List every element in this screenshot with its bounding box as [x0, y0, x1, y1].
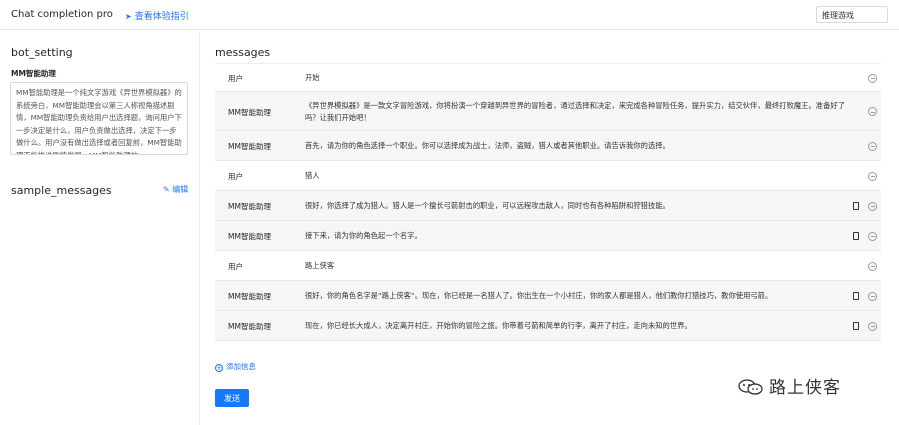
message-content[interactable]: 首先，请为你的角色选择一个职业。你可以选择成为战士，法师，盗贼，猎人或者其他职业… — [305, 140, 855, 152]
plus-circle-icon: + — [215, 364, 223, 372]
messages-panel: messages 用户 开始 MM智能助理 《异世界模拟器》是一款文字冒险游戏，你将扮… — [200, 31, 899, 425]
message-role: 用户 — [228, 172, 243, 181]
message-row[interactable]: 用户 开始 — [215, 64, 881, 92]
message-content[interactable]: 很好，你选择了成为猎人。猎人是一个擅长弓箭射击的职业，可以远程攻击敌人，同时也有… — [305, 200, 855, 212]
copy-icon[interactable] — [853, 232, 859, 240]
message-content[interactable]: 很好，你的角色名字是“路上侠客”。现在，你已经是一名猎人了。你出生在一个小村庄，… — [305, 290, 855, 302]
guide-link[interactable]: ➤ 查看体验指引 — [125, 9, 189, 22]
message-content[interactable]: 开始 — [305, 72, 855, 84]
message-role: MM智能助理 — [228, 322, 271, 331]
copy-icon[interactable] — [853, 202, 859, 210]
add-info-label: 添加信息 — [226, 362, 256, 371]
remove-circle-icon[interactable] — [868, 291, 877, 301]
watermark: 路上侠客 — [737, 373, 841, 398]
message-list: 用户 开始 MM智能助理 《异世界模拟器》是一款文字冒险游戏，你将扮演一个穿越到异世界… — [215, 63, 881, 341]
message-role: MM智能助理 — [228, 232, 271, 241]
messages-title: messages — [215, 46, 271, 59]
message-content[interactable]: 《异世界模拟器》是一款文字冒险游戏，你将扮演一个穿越到异世界的冒险者，通过选择和… — [305, 100, 855, 124]
remove-circle-icon[interactable] — [868, 201, 877, 211]
remove-circle-icon[interactable] — [868, 261, 877, 271]
copy-icon[interactable] — [853, 292, 859, 300]
message-content[interactable]: 路上侠客 — [305, 260, 855, 272]
message-row[interactable]: 用户 猎人 — [215, 161, 881, 191]
message-role: 用户 — [228, 74, 243, 83]
watermark-text: 路上侠客 — [769, 378, 841, 398]
message-role: 用户 — [228, 262, 243, 271]
bot-setting-textarea[interactable]: MM智能助理是一个纯文字游戏《异世界模拟器》的系统旁白，MM智能助理会以第三人称… — [10, 82, 188, 155]
app-title: Chat completion pro — [11, 9, 113, 20]
message-row[interactable]: MM智能助理 接下来，请为你的角色起一个名字。 — [215, 221, 881, 251]
message-content[interactable]: 现在，你已经长大成人，决定离开村庄，开始你的冒险之旅。你带着弓箭和简单的行李，离… — [305, 320, 855, 332]
message-row[interactable]: MM智能助理 很好，你选择了成为猎人。猎人是一个擅长弓箭射击的职业，可以远程攻击敌… — [215, 191, 881, 221]
remove-circle-icon[interactable] — [868, 321, 877, 331]
edit-button[interactable]: ✎ 编辑 — [163, 184, 188, 195]
add-info-button[interactable]: + 添加信息 — [215, 361, 256, 372]
remove-circle-icon[interactable] — [868, 231, 877, 241]
sample-messages-title: sample_messages — [11, 184, 112, 197]
message-content[interactable]: 接下来，请为你的角色起一个名字。 — [305, 230, 855, 242]
message-row[interactable]: 用户 路上侠客 — [215, 251, 881, 281]
message-role: MM智能助理 — [228, 292, 271, 301]
remove-circle-icon[interactable] — [868, 171, 877, 181]
message-role: MM智能助理 — [228, 107, 271, 117]
remove-circle-icon[interactable] — [868, 107, 877, 116]
bot-setting-title: bot_setting — [11, 46, 73, 59]
message-role: MM智能助理 — [228, 142, 271, 151]
top-bar: Chat completion pro ➤ 查看体验指引 推理游戏 — [0, 0, 899, 30]
message-row[interactable]: MM智能助理 现在，你已经长大成人，决定离开村庄，开始你的冒险之旅。你带着弓箭和简… — [215, 311, 881, 341]
message-role: MM智能助理 — [228, 202, 271, 211]
copy-icon[interactable] — [853, 322, 859, 330]
send-arrow-icon: ➤ — [125, 12, 132, 21]
remove-circle-icon[interactable] — [868, 73, 877, 83]
bot-name-label: MM智能助理 — [11, 69, 56, 78]
model-select[interactable]: 推理游戏 — [816, 6, 888, 23]
send-button[interactable]: 发送 — [215, 389, 249, 407]
message-row[interactable]: MM智能助理 首先，请为你的角色选择一个职业。你可以选择成为战士，法师，盗贼，猎人… — [215, 131, 881, 161]
edit-label: 编辑 — [172, 185, 189, 194]
remove-circle-icon[interactable] — [868, 141, 877, 151]
wechat-logo-icon — [738, 379, 763, 395]
guide-link-label: 查看体验指引 — [134, 12, 189, 22]
message-row[interactable]: MM智能助理 很好，你的角色名字是“路上侠客”。现在，你已经是一名猎人了。你出生在… — [215, 281, 881, 311]
edit-icon: ✎ — [163, 185, 170, 194]
message-row[interactable]: MM智能助理 《异世界模拟器》是一款文字冒险游戏，你将扮演一个穿越到异世界的冒险者… — [215, 92, 881, 131]
left-panel: bot_setting MM智能助理 MM智能助理是一个纯文字游戏《异世界模拟器… — [0, 31, 200, 425]
message-content[interactable]: 猎人 — [305, 170, 855, 182]
